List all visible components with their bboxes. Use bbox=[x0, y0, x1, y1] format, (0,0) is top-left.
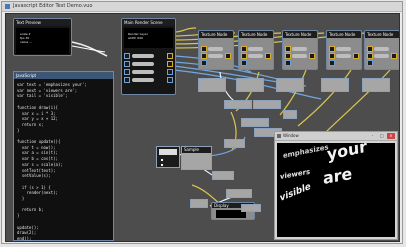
input-port[interactable] bbox=[285, 60, 291, 66]
output-port[interactable] bbox=[167, 53, 173, 59]
rendered-word: viewers bbox=[280, 167, 311, 182]
bridge-node[interactable] bbox=[190, 199, 208, 208]
parameter-field[interactable] bbox=[132, 54, 154, 58]
rendered-word: your bbox=[326, 143, 368, 165]
node-title: Texture Node bbox=[365, 31, 399, 38]
node-title: Texture Node bbox=[327, 31, 361, 38]
output-port[interactable] bbox=[225, 53, 231, 59]
texture-node-2[interactable]: Texture Node bbox=[238, 30, 274, 70]
node-title: Texture Node bbox=[283, 31, 317, 38]
texture-node-3[interactable]: Texture Node bbox=[282, 30, 318, 70]
port-strip[interactable] bbox=[198, 78, 226, 92]
preview-screen: scale 2 fps 30 value ... bbox=[16, 28, 69, 54]
texture-node-1[interactable]: Texture Node bbox=[198, 30, 234, 70]
parameter-field[interactable] bbox=[208, 47, 223, 51]
port-strip[interactable] bbox=[362, 78, 390, 92]
output-port[interactable] bbox=[167, 77, 173, 83]
window-title: Javascript Editor Test Demo.vuo bbox=[13, 3, 93, 9]
input-port[interactable] bbox=[201, 60, 207, 66]
parameter-field[interactable] bbox=[374, 54, 389, 58]
port-strip[interactable] bbox=[276, 78, 304, 92]
input-port[interactable] bbox=[241, 53, 247, 59]
render-output-window[interactable]: Window - □ × emphasizes your viewers are… bbox=[274, 131, 398, 240]
parameter-field[interactable] bbox=[336, 54, 351, 58]
input-port[interactable] bbox=[367, 60, 373, 66]
input-port[interactable] bbox=[241, 60, 247, 66]
bridge-node[interactable] bbox=[212, 171, 234, 180]
rendered-word: emphasizes bbox=[282, 143, 329, 161]
rendered-word: visible bbox=[279, 181, 311, 205]
input-port[interactable] bbox=[241, 46, 247, 52]
bridge-node[interactable] bbox=[283, 110, 297, 119]
output-port[interactable] bbox=[309, 53, 315, 59]
render-preview-screen: Render Layer width 640 bbox=[124, 28, 173, 48]
preview-text-line: value ... bbox=[20, 40, 33, 44]
node-title: Texture Node bbox=[239, 31, 273, 38]
texture-node-5[interactable]: Texture Node bbox=[364, 30, 399, 70]
input-port[interactable] bbox=[367, 46, 373, 52]
parameter-field[interactable] bbox=[132, 70, 154, 74]
rendered-word: are bbox=[322, 163, 353, 189]
parameter-field[interactable] bbox=[336, 47, 351, 51]
input-port[interactable] bbox=[124, 69, 130, 75]
input-port[interactable] bbox=[124, 77, 130, 83]
input-port[interactable] bbox=[329, 53, 335, 59]
output-port[interactable] bbox=[167, 61, 173, 67]
input-port[interactable] bbox=[201, 46, 207, 52]
output-port[interactable] bbox=[167, 69, 173, 75]
parameter-field[interactable] bbox=[248, 54, 263, 58]
parameter-field[interactable] bbox=[132, 78, 154, 82]
parameter-field[interactable] bbox=[374, 47, 389, 51]
bridge-node[interactable] bbox=[241, 204, 261, 212]
node-title: Main Render Scene bbox=[122, 19, 175, 26]
render-window-titlebar[interactable]: Window - □ × bbox=[275, 132, 397, 141]
port-strip[interactable] bbox=[236, 78, 264, 92]
bridge-node[interactable] bbox=[226, 189, 252, 198]
input-port[interactable] bbox=[329, 46, 335, 52]
title-bar[interactable]: Javascript Editor Test Demo.vuo bbox=[2, 2, 402, 12]
parameter-field[interactable] bbox=[132, 62, 154, 66]
input-port[interactable] bbox=[285, 46, 291, 52]
bridge-node[interactable] bbox=[253, 100, 281, 109]
input-port[interactable] bbox=[285, 53, 291, 59]
parameter-field[interactable] bbox=[292, 54, 307, 58]
bridge-node[interactable] bbox=[224, 100, 252, 109]
port-strip[interactable] bbox=[321, 78, 349, 92]
input-port[interactable] bbox=[367, 53, 373, 59]
output-port[interactable] bbox=[265, 53, 271, 59]
parameter-field[interactable] bbox=[248, 47, 263, 51]
render-preview-line: width 640 bbox=[128, 36, 143, 40]
sample-node[interactable]: Sample bbox=[181, 146, 212, 170]
main-render-node[interactable]: Main Render Scene Render Layer width 640 bbox=[121, 18, 176, 95]
input-port[interactable] bbox=[124, 53, 130, 59]
output-port[interactable] bbox=[353, 53, 359, 59]
render-window-title: Window bbox=[283, 133, 299, 138]
input-port[interactable] bbox=[201, 53, 207, 59]
minimize-icon[interactable]: - bbox=[368, 133, 376, 139]
output-port[interactable] bbox=[391, 53, 397, 59]
app-icon bbox=[5, 4, 10, 9]
node-title: Texture Node bbox=[199, 31, 233, 38]
render-window-icon bbox=[277, 134, 281, 138]
small-node[interactable] bbox=[156, 146, 180, 168]
node-canvas[interactable]: Text Preview scale 2 fps 30 value ... Ma… bbox=[5, 13, 400, 242]
texture-node-4[interactable]: Texture Node bbox=[326, 30, 362, 70]
window-controls[interactable]: - □ × bbox=[368, 133, 395, 139]
preview-node-left[interactable]: Text Preview scale 2 fps 30 value ... bbox=[13, 18, 72, 56]
input-port[interactable] bbox=[124, 61, 130, 67]
maximize-icon[interactable]: □ bbox=[378, 133, 386, 139]
close-icon[interactable]: × bbox=[387, 133, 395, 139]
render-canvas: emphasizes your viewers are visible bbox=[277, 143, 395, 237]
code-editor-title: JavaScript bbox=[14, 72, 113, 79]
code-editor-text[interactable]: var text = 'emphasizes your'; var next =… bbox=[14, 79, 113, 241]
bridge-node[interactable] bbox=[241, 118, 269, 127]
bridge-node[interactable] bbox=[224, 139, 245, 148]
parameter-field[interactable] bbox=[208, 54, 223, 58]
parameter-field[interactable] bbox=[292, 47, 307, 51]
node-title: Text Preview bbox=[14, 19, 71, 26]
vuo-editor-window: Javascript Editor Test Demo.vuo Text Pre… bbox=[1, 1, 403, 244]
code-editor-panel[interactable]: JavaScript var text = 'emphasizes your';… bbox=[13, 71, 114, 241]
node-title: Sample bbox=[182, 147, 211, 153]
input-port[interactable] bbox=[329, 60, 335, 66]
